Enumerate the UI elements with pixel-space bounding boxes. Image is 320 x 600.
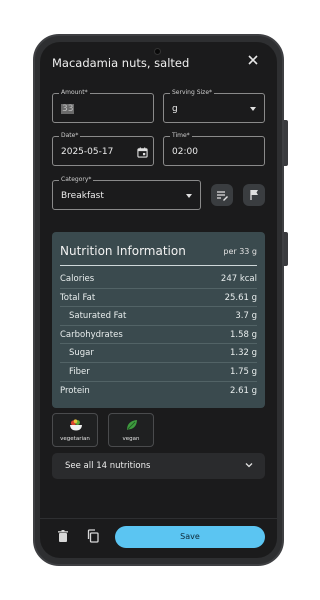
nutrition-label: Carbohydrates	[60, 329, 123, 340]
save-button[interactable]: Save	[115, 526, 265, 548]
nutrition-row-saturated-fat: Saturated Fat 3.7 g	[60, 307, 257, 326]
serving-size-value: g	[172, 104, 178, 114]
chevron-down-icon	[245, 463, 253, 468]
phone-side-button	[284, 120, 288, 166]
nutrition-label: Calories	[60, 274, 95, 284]
edit-note-button[interactable]	[211, 184, 233, 206]
category-label: Category*	[59, 175, 94, 184]
nutrition-value: 3.7 g	[235, 311, 257, 322]
category-select[interactable]: Category* Breakfast	[52, 175, 201, 210]
nutrition-label: Protein	[60, 385, 90, 396]
time-label: Time*	[170, 131, 192, 140]
nutrition-value: 1.75 g	[229, 367, 257, 377]
trash-icon[interactable]	[56, 529, 70, 543]
tag-label: vegan	[122, 436, 140, 442]
dropdown-caret-icon	[250, 107, 256, 111]
dropdown-caret-icon	[186, 194, 192, 198]
time-value: 02:00	[172, 147, 198, 157]
copy-icon[interactable]	[86, 529, 100, 543]
flag-icon	[250, 190, 258, 200]
see-all-nutritions-button[interactable]: See all 14 nutritions	[52, 453, 265, 479]
tag-label: vegetarian	[60, 436, 90, 442]
amount-field[interactable]: Amount* 33	[52, 88, 154, 123]
salad-bowl-icon	[70, 419, 82, 431]
see-all-label: See all 14 nutritions	[65, 461, 151, 471]
nutrition-row-total-fat: Total Fat 25.61 g	[60, 289, 257, 308]
nutrition-row-carbohydrates: Carbohydrates 1.58 g	[60, 326, 257, 345]
nutrition-row-calories: Calories 247 kcal	[60, 270, 257, 289]
nutrition-row-fiber: Fiber 1.75 g	[60, 363, 257, 382]
close-icon[interactable]	[246, 54, 260, 68]
amount-value: 33	[61, 104, 75, 114]
nutrition-value: 25.61 g	[224, 292, 257, 303]
date-value: 2025-05-17	[61, 147, 114, 157]
amount-label: Amount*	[59, 88, 90, 97]
nutrition-label: Total Fat	[60, 292, 96, 303]
date-label: Date*	[59, 131, 81, 140]
nutrition-label: Fiber	[69, 367, 90, 377]
leaf-icon	[127, 420, 137, 430]
bottom-divider	[40, 518, 277, 519]
nutrition-rule	[60, 265, 257, 266]
date-field[interactable]: Date* 2025-05-17	[52, 131, 154, 166]
nutrition-value: 247 kcal	[220, 274, 257, 284]
serving-size-label: Serving Size*	[170, 88, 215, 97]
nutrition-panel: Nutrition Information per 33 g Calories …	[52, 232, 265, 408]
time-field[interactable]: Time* 02:00	[163, 131, 265, 166]
app-screen: Macadamia nuts, salted Amount* 33 Servin…	[40, 42, 277, 558]
tag-vegetarian[interactable]: vegetarian	[52, 413, 98, 447]
calendar-icon[interactable]	[137, 147, 148, 158]
category-value: Breakfast	[61, 191, 104, 201]
phone-side-button	[284, 232, 288, 266]
nutrition-row-protein: Protein 2.61 g	[60, 382, 257, 401]
serving-size-select[interactable]: Serving Size* g	[163, 88, 265, 123]
nutrition-per: per 33 g	[223, 247, 257, 256]
dialog-title: Macadamia nuts, salted	[52, 56, 190, 70]
nutrition-heading: Nutrition Information	[60, 244, 186, 258]
nutrition-row-sugar: Sugar 1.32 g	[60, 344, 257, 363]
front-camera	[154, 48, 161, 55]
tag-vegan[interactable]: vegan	[108, 413, 154, 447]
edit-note-icon	[217, 191, 228, 201]
nutrition-value: 1.58 g	[229, 329, 257, 340]
nutrition-value: 2.61 g	[229, 385, 257, 396]
nutrition-label: Saturated Fat	[69, 311, 127, 322]
nutrition-value: 1.32 g	[229, 348, 257, 359]
nutrition-label: Sugar	[69, 348, 94, 359]
flag-button[interactable]	[243, 184, 265, 206]
